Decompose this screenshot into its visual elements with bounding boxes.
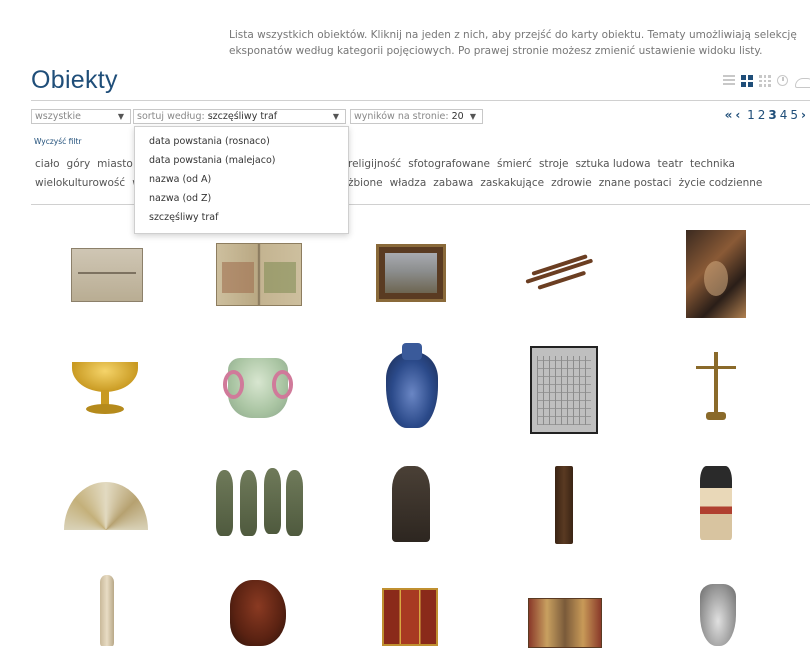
tag-link[interactable]: technika xyxy=(690,158,735,170)
object-thumbnail-drawing[interactable] xyxy=(530,346,598,434)
per-page-select[interactable]: wyników na stronie: 20 ▼ xyxy=(350,109,483,124)
object-thumbnail-vase[interactable] xyxy=(386,342,438,428)
chevron-down-icon: ▼ xyxy=(117,112,124,121)
object-thumbnail-crucifix[interactable] xyxy=(694,352,738,428)
object-thumbnail-figurines[interactable] xyxy=(214,468,304,540)
object-thumbnail-pitchfork[interactable] xyxy=(525,254,598,292)
page-link[interactable]: 1 xyxy=(747,108,755,122)
tag-link[interactable]: góry xyxy=(67,158,91,170)
small-grid-view-icon[interactable] xyxy=(759,75,771,87)
object-thumbnail-wooden-board[interactable] xyxy=(555,466,573,544)
object-thumbnail-altarpiece[interactable] xyxy=(528,598,602,648)
timeline-view-icon[interactable] xyxy=(777,75,788,86)
view-switcher xyxy=(715,75,810,89)
tag-link[interactable]: teatr xyxy=(658,158,683,170)
per-page-value: 20 xyxy=(451,111,464,122)
sort-option[interactable]: data powstania (malejaco) xyxy=(149,155,276,166)
grid-view-icon[interactable] xyxy=(741,75,753,87)
object-thumbnail-battle-painting[interactable] xyxy=(686,230,746,318)
next-page-button[interactable]: › xyxy=(801,108,806,122)
object-thumbnail-ceramic-pot[interactable] xyxy=(223,358,293,418)
tag-link[interactable]: miasto xyxy=(97,158,133,170)
clear-filter-link[interactable]: Wyczyść filtr xyxy=(34,137,81,146)
sort-option[interactable]: nazwa (od A) xyxy=(149,174,211,185)
sort-value: szczęśliwy traf xyxy=(207,111,278,122)
object-thumbnail-statue[interactable] xyxy=(392,466,430,542)
sort-select[interactable]: sortuj według: szczęśliwy traf ▼ xyxy=(133,109,346,124)
tag-link[interactable]: zabawa xyxy=(433,177,473,189)
cloud-view-icon[interactable] xyxy=(795,78,810,88)
prev-page-button[interactable]: ‹ xyxy=(735,108,740,122)
page-link-current[interactable]: 3 xyxy=(768,108,776,122)
sort-option[interactable]: data powstania (rosnaco) xyxy=(149,136,270,147)
first-page-button[interactable]: « xyxy=(725,108,733,122)
object-thumbnail-painting[interactable] xyxy=(376,244,446,302)
tag-row: religijność sfotografowane śmierć stroje szt… xyxy=(348,158,810,170)
object-thumbnail-gold-cup[interactable] xyxy=(68,360,142,420)
list-view-icon[interactable] xyxy=(723,75,735,85)
tag-link[interactable]: ciało xyxy=(35,158,60,170)
per-page-label: wyników na stronie: xyxy=(354,111,449,122)
category-select[interactable]: wszystkie ▼ xyxy=(31,109,131,124)
object-thumbnail-mask[interactable] xyxy=(230,580,286,646)
tag-row: żbione władza zabawa zaskakujące zdrowie znan… xyxy=(348,177,810,189)
tag-link[interactable]: stroje xyxy=(539,158,568,170)
page-link[interactable]: 5 xyxy=(790,108,798,122)
sort-dropdown: data powstania (rosnaco) data powstania … xyxy=(134,126,349,234)
object-thumbnail-censer[interactable] xyxy=(700,584,736,646)
object-thumbnail-engraving[interactable] xyxy=(71,248,143,302)
tag-link[interactable]: wielokulturowość xyxy=(35,177,125,189)
page-link[interactable]: 2 xyxy=(758,108,766,122)
object-thumbnail-triptych[interactable] xyxy=(382,588,438,646)
tag-link[interactable]: śmierć xyxy=(497,158,532,170)
tag-link[interactable]: zdrowie xyxy=(551,177,592,189)
object-thumbnail-fan[interactable] xyxy=(64,482,148,530)
chevron-down-icon: ▼ xyxy=(469,112,476,121)
tag-link[interactable]: sztuka ludowa xyxy=(575,158,650,170)
object-thumbnail-tusk[interactable] xyxy=(100,575,114,646)
tag-link[interactable]: życie codzienne xyxy=(679,177,763,189)
tag-link[interactable]: znane postaci xyxy=(599,177,672,189)
intro-text: Lista wszystkich obiektów. Kliknij na je… xyxy=(229,29,797,57)
page-title: Obiekty xyxy=(31,66,118,94)
tag-link[interactable]: sfotografowane xyxy=(408,158,490,170)
tag-link[interactable]: władza xyxy=(390,177,427,189)
pagination: «‹ 1 2 3 4 5 › xyxy=(722,108,806,122)
tag-link[interactable]: zaskakujące xyxy=(480,177,544,189)
chevron-down-icon: ▼ xyxy=(332,112,339,121)
tag-link[interactable]: religijność xyxy=(348,158,401,170)
object-thumbnail-costume[interactable] xyxy=(700,466,732,540)
category-select-value: wszystkie xyxy=(35,111,81,122)
sort-label: sortuj według: xyxy=(137,111,205,122)
object-thumbnail-book[interactable] xyxy=(216,243,302,306)
page-link[interactable]: 4 xyxy=(780,108,788,122)
tag-link[interactable]: żbione xyxy=(348,177,383,189)
sort-option[interactable]: nazwa (od Z) xyxy=(149,193,211,204)
divider xyxy=(31,100,810,101)
sort-option-selected[interactable]: szczęśliwy traf xyxy=(149,212,218,223)
